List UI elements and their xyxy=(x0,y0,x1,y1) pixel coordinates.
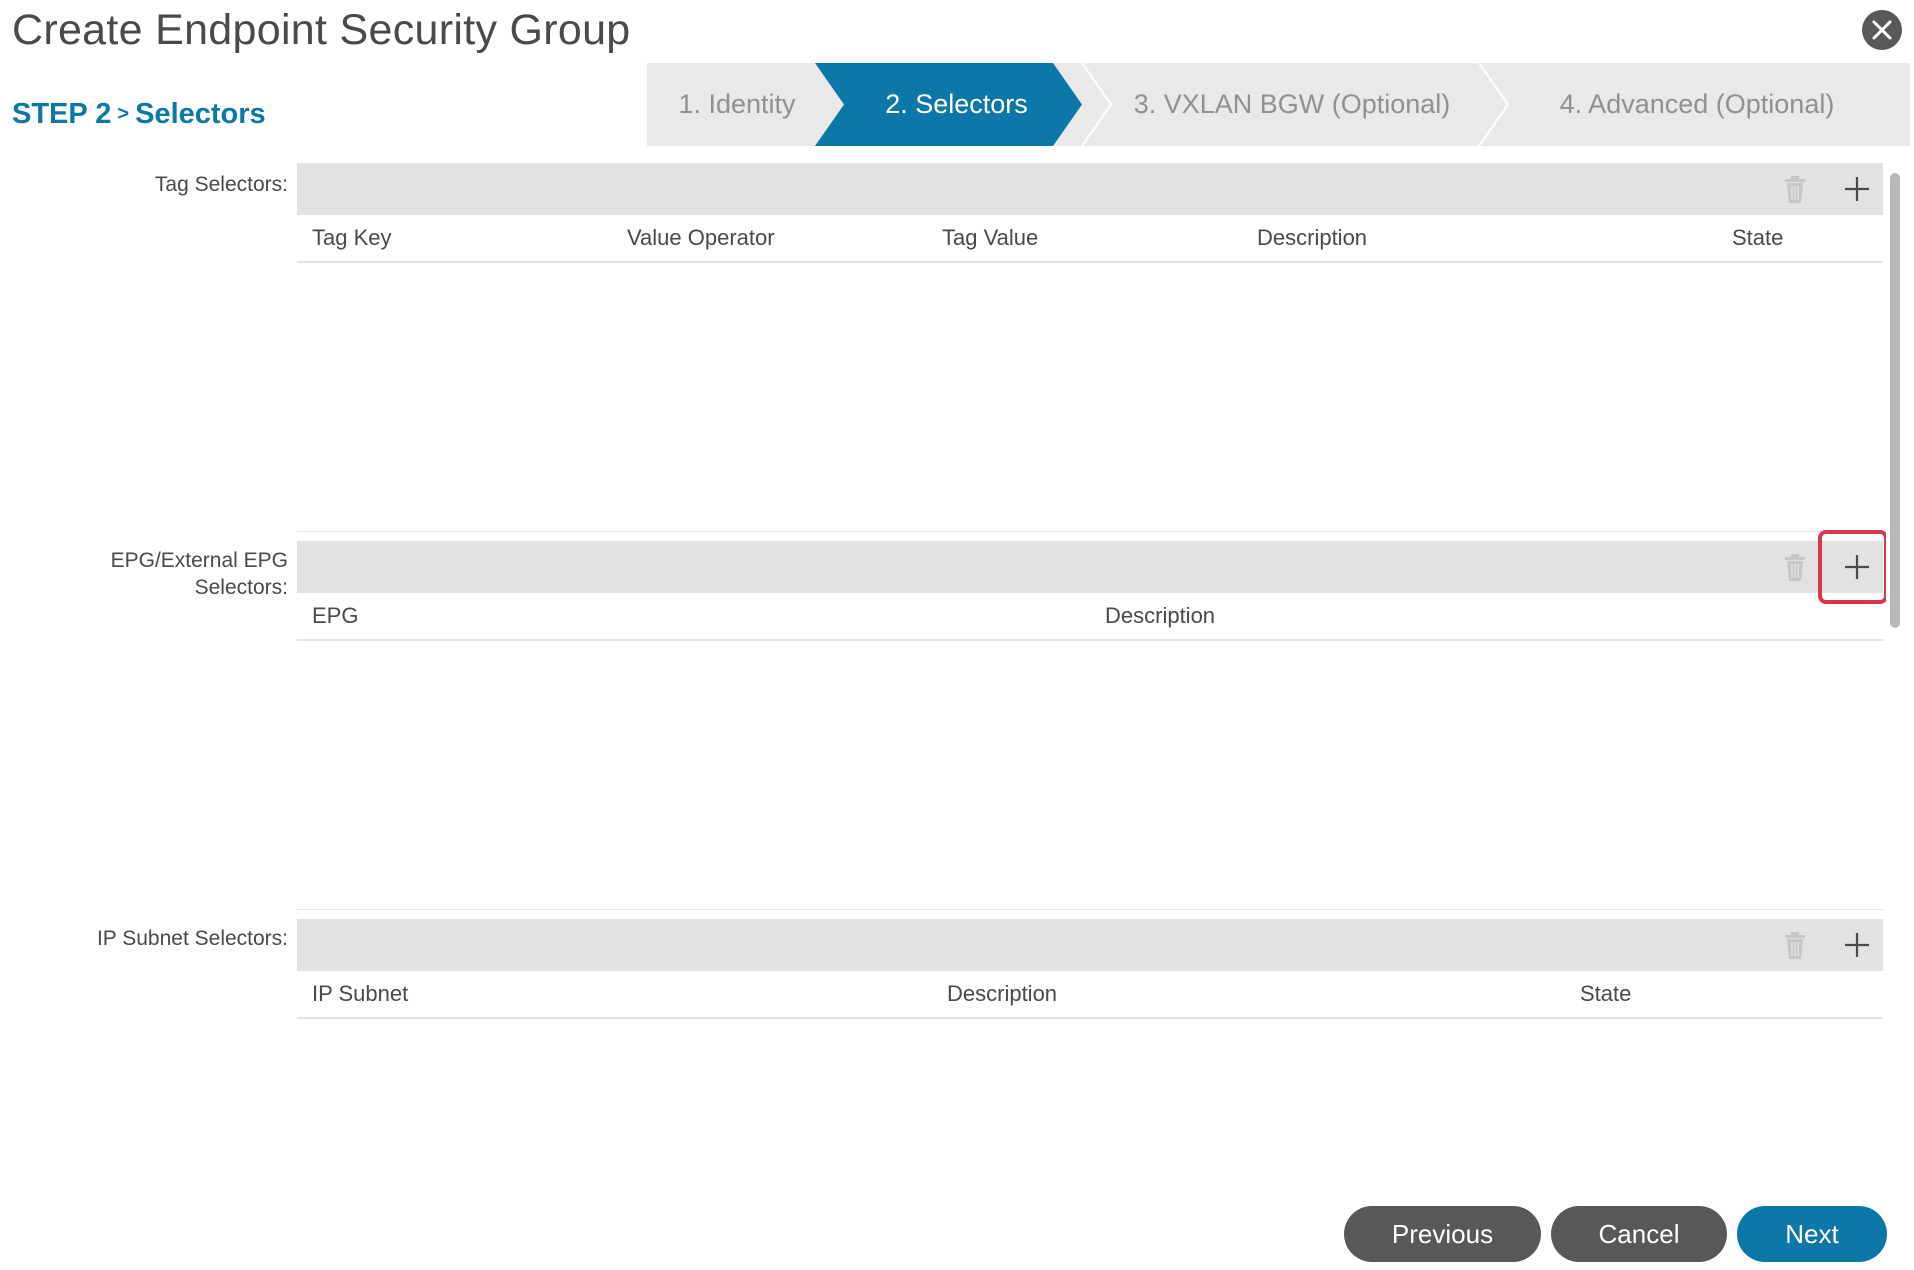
scrollbar-thumb[interactable] xyxy=(1890,173,1900,628)
epg-selectors-header: EPG Description xyxy=(297,593,1883,641)
ip-add-button[interactable] xyxy=(1839,927,1875,963)
tag-delete-button[interactable] xyxy=(1777,171,1813,207)
close-button[interactable] xyxy=(1862,10,1902,50)
epg-selectors-label: EPG/External EPG Selectors: xyxy=(8,547,288,601)
ip-subnet-selectors-toolbar xyxy=(297,919,1883,971)
tag-selectors-label: Tag Selectors: xyxy=(154,173,288,196)
ip-subnet-selectors-header: IP Subnet Description State xyxy=(297,971,1883,1019)
trash-icon xyxy=(1785,554,1805,581)
tag-add-button[interactable] xyxy=(1839,171,1875,207)
column-state[interactable]: State xyxy=(1732,225,1783,251)
cancel-button[interactable]: Cancel xyxy=(1551,1206,1727,1262)
tag-selectors-toolbar xyxy=(297,163,1883,215)
epg-selectors-label-line1: EPG/External EPG xyxy=(110,549,288,572)
previous-button[interactable]: Previous xyxy=(1344,1206,1541,1262)
epg-selectors-label-line2: Selectors: xyxy=(194,576,288,599)
wizard-step-selectors[interactable]: 2. Selectors xyxy=(844,63,1069,146)
tag-selectors-table-body xyxy=(297,263,1883,532)
epg-selectors-toolbar xyxy=(297,541,1883,593)
ip-delete-button[interactable] xyxy=(1777,927,1813,963)
column-state[interactable]: State xyxy=(1580,981,1631,1007)
tag-selectors-header: Tag Key Value Operator Tag Value Descrip… xyxy=(297,215,1883,263)
trash-icon xyxy=(1785,176,1805,203)
column-epg[interactable]: EPG xyxy=(312,603,358,629)
step-indicator: STEP 2 > Selectors xyxy=(12,98,266,131)
plus-icon xyxy=(1845,177,1869,201)
column-value-operator[interactable]: Value Operator xyxy=(627,225,775,251)
next-button[interactable]: Next xyxy=(1737,1206,1887,1262)
trash-icon xyxy=(1785,932,1805,959)
column-description[interactable]: Description xyxy=(947,981,1057,1007)
step-separator: > xyxy=(117,103,130,125)
column-description[interactable]: Description xyxy=(1105,603,1215,629)
column-ip-subnet[interactable]: IP Subnet xyxy=(312,981,408,1007)
step-number: STEP 2 xyxy=(12,98,112,130)
close-icon xyxy=(1872,20,1892,40)
column-tag-key[interactable]: Tag Key xyxy=(312,225,392,251)
dialog-title: Create Endpoint Security Group xyxy=(12,6,631,54)
ip-subnet-selectors-table-body xyxy=(297,1019,1883,1189)
epg-selectors-table-body xyxy=(297,641,1883,910)
wizard-steps: 1. Identity 2. Selectors 3. VXLAN BGW (O… xyxy=(647,63,1910,146)
wizard-step-vxlan-bgw[interactable]: 3. VXLAN BGW (Optional) xyxy=(1092,63,1492,146)
column-tag-value[interactable]: Tag Value xyxy=(942,225,1038,251)
step-name: Selectors xyxy=(135,98,266,130)
wizard-step-identity[interactable]: 1. Identity xyxy=(647,63,827,146)
column-description[interactable]: Description xyxy=(1257,225,1367,251)
plus-icon xyxy=(1845,933,1869,957)
content-scrollbar[interactable] xyxy=(1886,165,1902,1190)
wizard-step-advanced[interactable]: 4. Advanced (Optional) xyxy=(1497,63,1897,146)
ip-subnet-selectors-label: IP Subnet Selectors: xyxy=(96,927,288,950)
epg-delete-button[interactable] xyxy=(1777,549,1813,585)
